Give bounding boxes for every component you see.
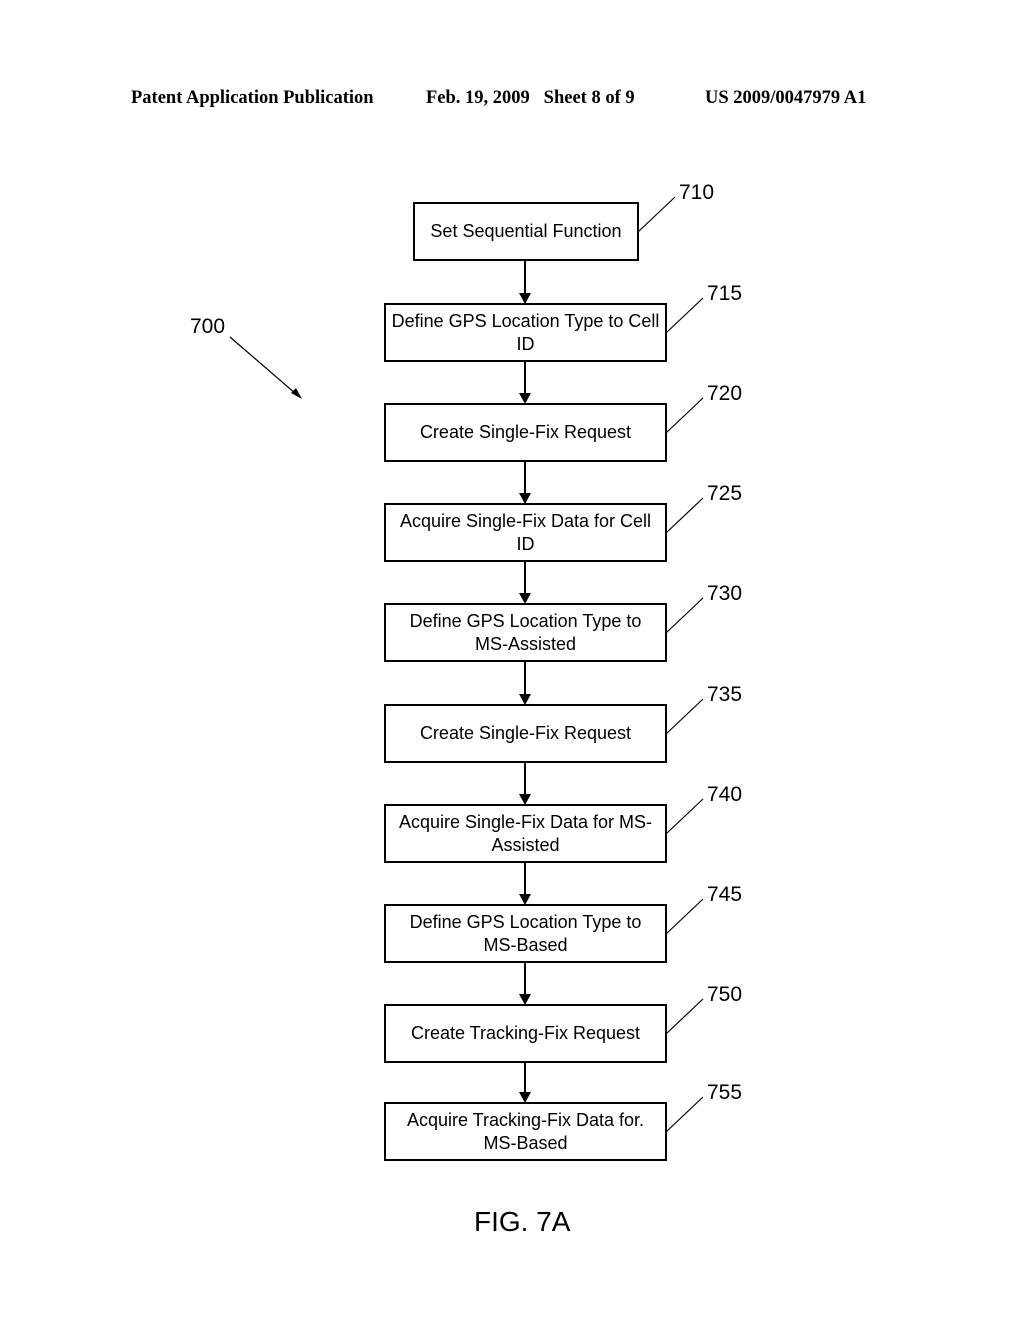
step-reference-number: 710: [679, 181, 715, 204]
flow-arrowhead: [519, 393, 531, 404]
step-label-725: Acquire Single-Fix Data for Cell ID: [399, 510, 652, 554]
step-reference-number: 745: [707, 883, 743, 906]
step-label-755: Acquire Tracking-Fix Data for. MS-Based: [406, 1109, 645, 1153]
flow-arrowhead: [519, 794, 531, 805]
step-leader-725: [665, 497, 704, 534]
flow-arrowhead: [519, 694, 531, 705]
diagram-reference-number: 700: [190, 315, 226, 338]
step-leader-710: [637, 196, 676, 233]
flow-arrowhead: [519, 894, 531, 905]
step-leader-755: [665, 1096, 704, 1133]
step-leader-715: [665, 297, 704, 334]
flow-arrowhead: [519, 293, 531, 304]
flow-arrowhead: [519, 593, 531, 604]
figure-caption: FIG. 7A: [474, 1206, 571, 1237]
step-reference-number: 755: [707, 1081, 743, 1104]
step-reference-number: 715: [707, 282, 743, 305]
step-label-710: Set Sequential Function: [430, 221, 622, 241]
step-leader-720: [665, 397, 704, 434]
step-leader-740: [665, 798, 704, 835]
step-label-745: Define GPS Location Type to MS-Based: [409, 911, 642, 955]
step-label-730: Define GPS Location Type to MS-Assisted: [409, 610, 642, 654]
step-leader-750: [665, 998, 704, 1035]
step-reference-number: 720: [707, 382, 743, 405]
flow-arrowhead: [519, 1092, 531, 1103]
step-label-715: Define GPS Location Type to Cell ID: [391, 310, 660, 354]
step-leader-730: [665, 597, 704, 634]
step-reference-number: 730: [707, 582, 743, 605]
flow-arrowhead: [519, 994, 531, 1005]
reference-700-arrowhead: [291, 388, 302, 399]
step-label-740: Acquire Single-Fix Data for MS-Assisted: [398, 811, 653, 855]
flow-arrowhead: [519, 493, 531, 504]
step-reference-number: 725: [707, 482, 743, 505]
step-reference-number: 740: [707, 783, 743, 806]
step-leader-735: [665, 698, 704, 735]
step-label-720: Create Single-Fix Request: [419, 422, 632, 442]
step-reference-number: 750: [707, 983, 743, 1006]
step-leader-745: [665, 898, 704, 935]
step-reference-number: 735: [707, 683, 743, 706]
step-label-750: Create Tracking-Fix Request: [410, 1023, 641, 1043]
reference-700-leader: [229, 336, 297, 395]
step-label-735: Create Single-Fix Request: [419, 723, 632, 743]
